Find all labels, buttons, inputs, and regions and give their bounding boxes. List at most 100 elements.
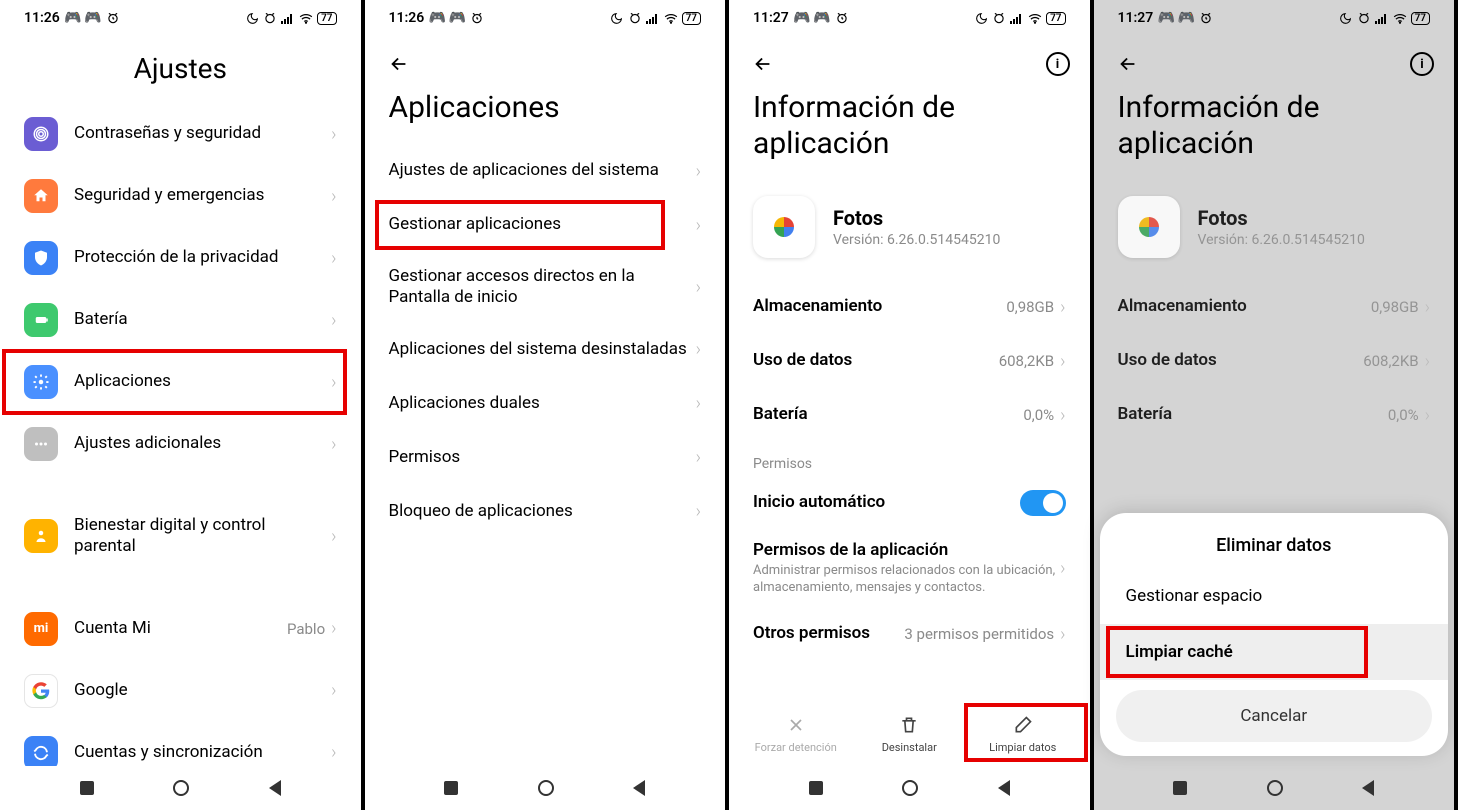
nav-back-icon[interactable] xyxy=(998,780,1010,796)
page-title: Información de aplicación xyxy=(729,86,1090,180)
chevron-right-icon: › xyxy=(1060,405,1065,426)
row-label: Google xyxy=(74,680,331,701)
nav-back-icon[interactable] xyxy=(633,780,645,796)
signal-icon xyxy=(646,11,660,25)
nav-recents-icon[interactable] xyxy=(809,781,823,795)
signal-icon xyxy=(281,11,295,25)
row-app-lock[interactable]: Bloqueo de aplicaciones › xyxy=(365,485,726,539)
row-label: Uso de datos xyxy=(1118,350,1364,371)
page-title: Aplicaciones xyxy=(365,86,726,144)
alarm-icon xyxy=(1199,11,1213,25)
force-stop-button[interactable]: Forzar detención xyxy=(751,713,841,754)
row-value: Pablo xyxy=(287,620,325,638)
row-value: 3 permisos permitidos xyxy=(904,625,1054,643)
back-button[interactable] xyxy=(385,50,413,78)
chevron-right-icon: › xyxy=(331,310,336,331)
nav-recents-icon[interactable] xyxy=(80,781,94,795)
row-battery-usage[interactable]: Batería 0,0% › xyxy=(729,388,1090,442)
chevron-right-icon: › xyxy=(1425,351,1430,372)
controller-icon: 🎮 xyxy=(430,11,444,25)
row-applications[interactable]: Aplicaciones › xyxy=(0,351,361,413)
cancel-button[interactable]: Cancelar xyxy=(1116,690,1433,742)
chevron-right-icon: › xyxy=(1060,351,1065,372)
nav-home-icon[interactable] xyxy=(902,780,918,796)
fingerprint-icon xyxy=(24,117,58,151)
row-other-permissions[interactable]: Otros permisos 3 permisos permitidos › xyxy=(729,607,1090,661)
autostart-toggle[interactable] xyxy=(1020,490,1066,516)
row-value: 0,0% xyxy=(1388,406,1419,424)
row-storage[interactable]: Almacenamiento 0,98GB › xyxy=(729,280,1090,334)
controller-icon: 🎮 xyxy=(66,11,80,25)
nav-recents-icon[interactable] xyxy=(1173,781,1187,795)
chevron-right-icon: › xyxy=(1060,624,1065,645)
status-time: 11:26 xyxy=(24,10,60,26)
chevron-right-icon: › xyxy=(331,186,336,207)
chevron-right-icon: › xyxy=(1060,297,1065,318)
row-accounts-sync[interactable]: Cuentas y sincronización › xyxy=(0,722,361,767)
controller-icon: 🎮 xyxy=(1179,11,1193,25)
back-button[interactable] xyxy=(749,50,777,78)
row-safety-emergency[interactable]: Seguridad y emergencias › xyxy=(0,165,361,227)
nav-home-icon[interactable] xyxy=(1267,780,1283,796)
nav-recents-icon[interactable] xyxy=(444,781,458,795)
battery-icon: 77 xyxy=(317,12,336,25)
row-privacy[interactable]: Protección de la privacidad › xyxy=(0,227,361,289)
clear-data-button[interactable]: Limpiar datos xyxy=(978,713,1068,754)
app-name: Fotos xyxy=(1198,206,1365,230)
google-photos-icon xyxy=(1118,196,1180,258)
row-mi-account[interactable]: mi Cuenta Mi Pablo › xyxy=(0,598,361,660)
chevron-right-icon: › xyxy=(331,526,336,547)
row-data-usage: Uso de datos 608,2KB › xyxy=(1094,334,1455,388)
action-label: Forzar detención xyxy=(755,741,837,754)
row-additional-settings[interactable]: Ajustes adicionales › xyxy=(0,413,361,475)
row-system-app-settings[interactable]: Ajustes de aplicaciones del sistema › xyxy=(365,144,726,198)
info-button[interactable]: i xyxy=(1046,52,1070,76)
back-button[interactable] xyxy=(1114,50,1142,78)
nav-back-icon[interactable] xyxy=(1362,780,1374,796)
row-permissions[interactable]: Permisos › xyxy=(365,431,726,485)
uninstall-button[interactable]: Desinstalar xyxy=(864,713,954,754)
gear-icon xyxy=(24,365,58,399)
row-battery[interactable]: Batería › xyxy=(0,289,361,351)
battery-icon: 77 xyxy=(1046,12,1065,25)
nav-back-icon[interactable] xyxy=(269,780,281,796)
android-navbar xyxy=(365,766,726,810)
row-label: Bloqueo de aplicaciones xyxy=(389,501,696,522)
row-app-permissions[interactable]: Permisos de la aplicación Administrar pe… xyxy=(729,530,1090,607)
row-manage-shortcuts[interactable]: Gestionar accesos directos en la Pantall… xyxy=(365,252,726,323)
status-bar: 11:26 🎮 🎮 77 xyxy=(365,0,726,32)
app-version: Versión: 6.26.0.514545210 xyxy=(1198,232,1365,248)
alarm-icon xyxy=(628,11,642,25)
nav-home-icon[interactable] xyxy=(173,780,189,796)
google-photos-icon xyxy=(753,196,815,258)
status-time: 11:27 xyxy=(753,10,789,26)
app-name: Fotos xyxy=(833,206,1000,230)
status-bar: 11:26 🎮 🎮 77 xyxy=(0,0,361,32)
row-label: Almacenamiento xyxy=(1118,296,1371,317)
info-button[interactable]: i xyxy=(1410,52,1434,76)
option-manage-space[interactable]: Gestionar espacio xyxy=(1100,568,1449,624)
row-data-usage[interactable]: Uso de datos 608,2KB › xyxy=(729,334,1090,388)
wifi-icon xyxy=(1028,11,1042,25)
row-dual-apps[interactable]: Aplicaciones duales › xyxy=(365,377,726,431)
alarm-icon xyxy=(470,11,484,25)
row-passwords-security[interactable]: Contraseñas y seguridad › xyxy=(0,103,361,165)
page-title: Información de aplicación xyxy=(1094,86,1455,180)
nav-home-icon[interactable] xyxy=(538,780,554,796)
home-icon xyxy=(24,179,58,213)
row-uninstalled-system-apps[interactable]: Aplicaciones del sistema desinstaladas › xyxy=(365,323,726,377)
section-header-permisos: Permisos xyxy=(729,442,1090,476)
row-autostart[interactable]: Inicio automático xyxy=(729,476,1090,530)
controller-icon: 🎮 xyxy=(86,11,100,25)
chevron-right-icon: › xyxy=(331,618,336,639)
row-digital-wellbeing[interactable]: Bienestar digital y control parental › xyxy=(0,501,361,572)
option-clear-cache[interactable]: Limpiar caché xyxy=(1100,624,1449,680)
screen-applications: 11:26 🎮 🎮 77 Aplicaciones Ajustes de apl… xyxy=(365,0,730,810)
row-label: Cuentas y sincronización xyxy=(74,742,331,763)
signal-icon xyxy=(1010,11,1024,25)
screen-app-info: 11:27 🎮 🎮 77 i Información de aplicación… xyxy=(729,0,1094,810)
row-google[interactable]: Google › xyxy=(0,660,361,722)
battery-icon xyxy=(24,303,58,337)
row-manage-apps[interactable]: Gestionar aplicaciones › xyxy=(365,198,726,252)
row-label: Bienestar digital y control parental xyxy=(74,515,331,558)
